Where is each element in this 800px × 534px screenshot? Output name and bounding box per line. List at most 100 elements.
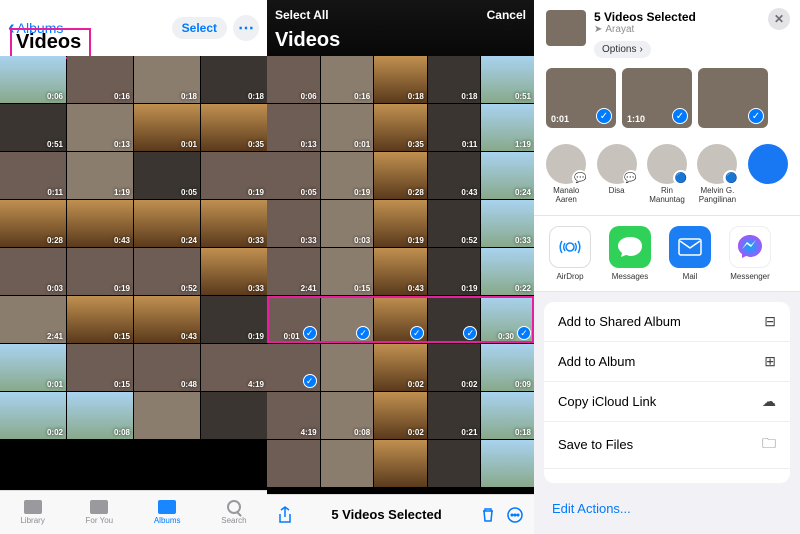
video-thumb[interactable]: 0:02 bbox=[0, 392, 66, 439]
video-thumb[interactable]: 0:52 bbox=[134, 248, 200, 295]
video-thumb[interactable]: 0:51 bbox=[481, 56, 534, 103]
video-thumb[interactable]: 0:18 bbox=[134, 56, 200, 103]
video-thumb[interactable]: 0:19 bbox=[321, 152, 374, 199]
video-thumb[interactable]: ✓ bbox=[321, 296, 374, 343]
share-person[interactable]: 🔵Rin Manuntag bbox=[645, 144, 689, 205]
video-thumb[interactable]: 0:51 bbox=[0, 104, 66, 151]
video-thumb[interactable]: 0:33 bbox=[201, 200, 267, 247]
edit-actions-link[interactable]: Edit Actions... bbox=[534, 493, 800, 534]
video-thumb[interactable]: 0:33 bbox=[481, 200, 534, 247]
video-thumb[interactable]: 0:35 bbox=[201, 104, 267, 151]
video-thumb[interactable]: 0:03 bbox=[321, 200, 374, 247]
video-thumb[interactable]: 0:02 bbox=[428, 344, 481, 391]
video-thumb[interactable]: 0:24 bbox=[134, 200, 200, 247]
video-thumb[interactable]: 0:01 bbox=[321, 104, 374, 151]
video-thumb[interactable]: 0:18 bbox=[481, 392, 534, 439]
video-thumb[interactable]: 0:24 bbox=[481, 152, 534, 199]
video-thumb[interactable]: 0:35 bbox=[374, 104, 427, 151]
action-row[interactable]: Copy iCloud Link☁ bbox=[544, 382, 790, 422]
video-thumb[interactable]: 0:19 bbox=[201, 296, 267, 343]
video-thumb[interactable]: 0:16 bbox=[67, 56, 133, 103]
tab-albums[interactable]: Albums bbox=[154, 500, 181, 525]
video-thumb[interactable]: ✓ bbox=[267, 344, 320, 391]
video-thumb[interactable]: 0:43 bbox=[428, 152, 481, 199]
video-thumb[interactable]: 2:41 bbox=[267, 248, 320, 295]
video-thumb[interactable]: 0:43 bbox=[134, 296, 200, 343]
video-thumb[interactable]: 0:05 bbox=[267, 152, 320, 199]
video-thumb[interactable]: 0:18 bbox=[428, 56, 481, 103]
select-all-button[interactable]: Select All bbox=[275, 8, 329, 22]
video-thumb[interactable]: 0:19 bbox=[374, 200, 427, 247]
video-thumb[interactable] bbox=[374, 440, 427, 487]
video-thumb[interactable]: 0:43 bbox=[67, 200, 133, 247]
video-thumb[interactable]: 0:19 bbox=[428, 248, 481, 295]
video-thumb[interactable]: 0:06 bbox=[267, 56, 320, 103]
tab-search[interactable]: Search bbox=[221, 500, 246, 525]
video-thumb[interactable]: 1:19 bbox=[481, 104, 534, 151]
video-thumb[interactable]: 0:01✓ bbox=[267, 296, 320, 343]
video-thumb[interactable] bbox=[321, 440, 374, 487]
video-thumb[interactable]: 0:33 bbox=[201, 248, 267, 295]
action-row[interactable]: Add to New Quick Note✎ bbox=[544, 469, 790, 483]
share-person[interactable]: 💬Manalo Aaren bbox=[544, 144, 588, 205]
action-row[interactable]: Add to Shared Album⊟ bbox=[544, 302, 790, 342]
people-row[interactable]: 💬Manalo Aaren💬Disa🔵Rin Manuntag🔵Melvin G… bbox=[534, 138, 800, 216]
video-thumb[interactable]: 4:19 bbox=[267, 392, 320, 439]
video-thumb[interactable]: 0:06 bbox=[0, 56, 66, 103]
video-thumb[interactable]: 0:18 bbox=[374, 56, 427, 103]
share-app[interactable]: Messages bbox=[602, 226, 658, 281]
close-button[interactable]: ✕ bbox=[768, 8, 790, 30]
video-thumb[interactable]: 0:08 bbox=[321, 392, 374, 439]
video-thumb[interactable]: 0:01 bbox=[134, 104, 200, 151]
video-thumb[interactable]: 0:43 bbox=[374, 248, 427, 295]
video-thumb[interactable]: 0:03 bbox=[0, 248, 66, 295]
cancel-button[interactable]: Cancel bbox=[487, 8, 526, 22]
options-button[interactable]: Options› bbox=[594, 41, 651, 58]
apps-row[interactable]: AirDropMessagesMailMessenger bbox=[534, 216, 800, 292]
tab-library[interactable]: Library bbox=[20, 500, 44, 525]
video-thumb[interactable] bbox=[267, 440, 320, 487]
video-thumb[interactable]: ✓ bbox=[428, 296, 481, 343]
action-row[interactable]: Add to Album⊞ bbox=[544, 342, 790, 382]
video-thumb[interactable]: 0:11 bbox=[0, 152, 66, 199]
video-thumb[interactable] bbox=[428, 440, 481, 487]
video-thumb[interactable]: 0:13 bbox=[67, 104, 133, 151]
video-thumb[interactable]: 0:21 bbox=[428, 392, 481, 439]
video-thumb[interactable]: 0:05 bbox=[134, 152, 200, 199]
video-thumb[interactable]: 0:08 bbox=[67, 392, 133, 439]
more-actions-button[interactable] bbox=[506, 506, 524, 524]
share-person[interactable]: 💬Disa bbox=[594, 144, 638, 205]
delete-button[interactable] bbox=[480, 507, 496, 523]
share-app[interactable]: Mail bbox=[662, 226, 718, 281]
share-button[interactable] bbox=[277, 506, 293, 524]
more-button[interactable]: ⋯ bbox=[233, 15, 259, 41]
share-preview-row[interactable]: 0:01✓1:10✓✓ bbox=[534, 58, 800, 138]
video-thumb[interactable]: 0:30✓ bbox=[481, 296, 534, 343]
video-thumb[interactable] bbox=[201, 392, 267, 439]
video-thumb[interactable]: 0:15 bbox=[321, 248, 374, 295]
share-app[interactable]: AirDrop bbox=[542, 226, 598, 281]
tab-for-you[interactable]: For You bbox=[86, 500, 114, 525]
video-thumb[interactable]: ✓ bbox=[374, 296, 427, 343]
preview-thumb[interactable]: ✓ bbox=[698, 68, 768, 128]
video-thumb[interactable]: 0:02 bbox=[374, 392, 427, 439]
share-person[interactable]: 🔵Melvin G. Pangilinan bbox=[695, 144, 739, 205]
action-row[interactable]: Save to Files🗀 bbox=[544, 422, 790, 469]
video-thumb[interactable]: 0:52 bbox=[428, 200, 481, 247]
video-thumb[interactable]: 0:33 bbox=[267, 200, 320, 247]
video-thumb[interactable]: 0:22 bbox=[481, 248, 534, 295]
video-thumb[interactable] bbox=[134, 392, 200, 439]
video-thumb[interactable]: 0:02 bbox=[374, 344, 427, 391]
share-app[interactable]: Messenger bbox=[722, 226, 778, 281]
video-thumb[interactable]: 0:11 bbox=[428, 104, 481, 151]
video-thumb[interactable]: 1:19 bbox=[67, 152, 133, 199]
video-thumb[interactable]: 2:41 bbox=[0, 296, 66, 343]
video-thumb[interactable]: 0:28 bbox=[374, 152, 427, 199]
video-thumb[interactable]: 0:09 bbox=[481, 344, 534, 391]
video-thumb[interactable]: 0:15 bbox=[67, 296, 133, 343]
share-person[interactable] bbox=[746, 144, 790, 205]
video-thumb[interactable]: 0:28 bbox=[0, 200, 66, 247]
video-thumb[interactable]: 0:18 bbox=[201, 56, 267, 103]
video-thumb[interactable]: 0:19 bbox=[201, 152, 267, 199]
preview-thumb[interactable]: 1:10✓ bbox=[622, 68, 692, 128]
